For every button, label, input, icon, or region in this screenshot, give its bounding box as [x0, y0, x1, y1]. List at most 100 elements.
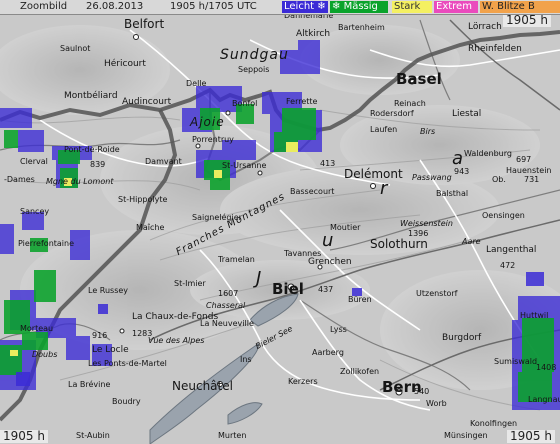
- snowflake-icon: ❄: [317, 1, 326, 12]
- place-label-huttwil: Huttwil: [520, 311, 549, 320]
- elevation-label: 540: [414, 387, 430, 396]
- place-label-boudry: Boudry: [112, 397, 141, 406]
- elevation-label: 916: [92, 331, 108, 340]
- place-label-muensingen: Münsingen: [444, 431, 488, 440]
- place-label-aare: Aare: [462, 237, 481, 246]
- place-label-lyss: Lyss: [330, 325, 347, 334]
- place-label-bonfol: Bonfol: [232, 99, 258, 108]
- place-label-murten: Murten: [218, 431, 247, 440]
- elevation-label: 1396: [408, 229, 429, 238]
- place-label-sumiswald: Sumiswald: [494, 357, 538, 366]
- place-label-pont-de-roide: Pont-de-Roide: [64, 145, 120, 154]
- region-label-ajoie: Ajoie: [190, 115, 225, 129]
- place-label-st-ursanne: St-Ursanne: [222, 161, 267, 170]
- place-label-clerval: Clerval: [20, 157, 48, 166]
- region-label-jura-j: J: [256, 268, 263, 289]
- place-label-st-aubin: St-Aubin: [76, 431, 110, 440]
- place-label-passwang: Passwang: [412, 173, 452, 182]
- place-label-solothurn: Solothurn: [370, 237, 428, 251]
- place-label-le-russey: Le Russey: [88, 286, 129, 295]
- place-label-seppois: Seppois: [238, 65, 270, 74]
- place-label-st-imier: St-Imier: [174, 279, 206, 288]
- legend-blitze-suffix: B: [528, 1, 535, 12]
- place-label-sancey: Sancey: [20, 207, 50, 216]
- radar-map-view: Zoombild 26.08.2013 1905 h/1705 UTC Leic…: [0, 0, 560, 444]
- elevation-label: 413: [320, 159, 336, 168]
- place-label-kerzers: Kerzers: [288, 377, 318, 386]
- place-label-delemont: Delémont: [344, 167, 403, 181]
- place-label-liestal: Liestal: [452, 109, 482, 119]
- place-label-hericourt: Héricourt: [104, 59, 146, 69]
- date-label: 26.08.2013: [86, 1, 144, 12]
- region-label-sundgau: Sundgau: [220, 47, 289, 63]
- region-label-jura-u: u: [322, 230, 335, 251]
- legend-massig: ❄ Mässig: [330, 1, 388, 13]
- timestamp-bottom-right: 1905 h: [507, 430, 555, 443]
- map-canvas[interactable]: [0, 0, 560, 444]
- place-label-pierrefontaine: Pierrefontaine: [18, 239, 75, 248]
- place-label-ins: Ins: [240, 355, 252, 364]
- place-label-les-ponts: Les Ponts-de-Martel: [88, 359, 167, 368]
- place-label-bartenheim: Bartenheim: [338, 23, 385, 32]
- place-label-montbeliard: Montbéliard: [64, 91, 118, 101]
- place-label-la-neuveville: La Neuveville: [200, 319, 254, 328]
- place-label-porrentruy: Porrentruy: [192, 135, 234, 144]
- legend-blitze: W. Blitze B: [480, 1, 560, 13]
- place-label-vue-des-alpes: Vue des Alpes: [148, 336, 205, 345]
- place-label-zollikofen: Zollikofen: [340, 367, 380, 376]
- place-label-bueren: Büren: [348, 295, 372, 304]
- place-label-worb: Worb: [426, 399, 447, 408]
- place-label-rodersdorf: Rodersdorf: [370, 109, 414, 118]
- time-label: 1905 h/1705 UTC: [170, 1, 257, 12]
- legend-leicht-label: Leicht: [284, 1, 315, 12]
- timestamp-bottom-left: 1905 h: [0, 430, 48, 443]
- place-label-balsthal: Balsthal: [436, 189, 469, 198]
- place-label-maiche: Maîche: [136, 223, 165, 232]
- place-label-lomont: Mgne du Lomont: [46, 177, 114, 186]
- timestamp-top-right: 1905 h: [503, 14, 551, 27]
- elevation-label: 472: [500, 261, 516, 270]
- region-label-jura-r: r: [380, 178, 389, 199]
- place-label-moutier: Moutier: [330, 223, 361, 232]
- place-label-morteau: Morteau: [20, 324, 54, 333]
- snowflake-icon: ❄: [332, 1, 341, 12]
- place-label-reinach: Reinach: [394, 99, 426, 108]
- legend-stark: Stark: [392, 1, 432, 13]
- place-label-aarberg: Aarberg: [312, 348, 344, 357]
- place-label-basel: Basel: [396, 70, 442, 88]
- place-label-hauenstein: Hauenstein: [506, 166, 552, 175]
- place-label-burgdorf: Burgdorf: [442, 333, 482, 343]
- place-label-dames: -Dames: [4, 175, 35, 184]
- place-label-altkirch: Altkirch: [296, 29, 331, 39]
- place-label-damvant: Damvant: [145, 157, 182, 166]
- place-label-rheinfelden: Rheinfelden: [468, 44, 522, 54]
- elevation-label: 1607: [218, 289, 239, 298]
- elevation-label: 437: [318, 285, 334, 294]
- legend-massig-label: Mässig: [343, 1, 378, 12]
- elevation-label: 697: [516, 155, 532, 164]
- elevation-label: 1283: [132, 329, 153, 338]
- place-label-waldenburg: Waldenburg: [464, 149, 512, 158]
- place-label-birs: Birs: [420, 127, 436, 136]
- place-label-st-hippolyte: St-Hippolyte: [118, 195, 168, 204]
- legend-leicht: Leicht ❄: [282, 1, 328, 13]
- place-label-saulnot: Saulnot: [60, 44, 91, 53]
- place-label-biel: Biel: [272, 280, 304, 298]
- place-label-grenchen: Grenchen: [308, 257, 352, 267]
- legend-stark-label: Stark: [394, 1, 421, 12]
- place-label-weissenstein: Weissenstein: [400, 219, 453, 228]
- elevation-label: 731: [524, 175, 540, 184]
- place-label-tramelan: Tramelan: [218, 255, 255, 264]
- place-label-bassecourt: Bassecourt: [290, 187, 335, 196]
- legend-extrem-label: Extrem: [436, 1, 472, 12]
- header-bar: Zoombild 26.08.2013 1905 h/1705 UTC Leic…: [0, 0, 560, 15]
- place-label-le-locle: Le Locle: [92, 345, 129, 355]
- place-label-laufen: Laufen: [370, 125, 398, 134]
- elevation-label: 839: [90, 160, 106, 169]
- region-label-jura-a: a: [452, 148, 465, 169]
- place-label-ferrette: Ferrette: [286, 97, 318, 106]
- legend-blitze-label: W. Blitze: [482, 1, 525, 12]
- legend-extrem: Extrem: [434, 1, 478, 13]
- place-label-belfort: Belfort: [124, 17, 165, 31]
- place-label-la-brevine: La Brévine: [68, 380, 111, 389]
